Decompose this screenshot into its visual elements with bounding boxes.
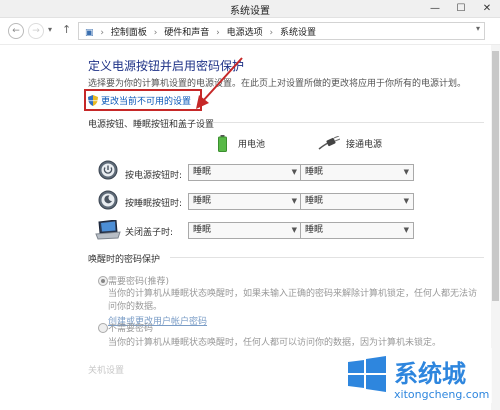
no-password-description: 当你的计算机从睡眠状态唤醒时，任何人都可以访问你的数据，因为计算机未锁定。 bbox=[108, 338, 442, 348]
chevron-down-icon: ▼ bbox=[291, 226, 297, 234]
chevron-down-icon: ▼ bbox=[403, 168, 409, 176]
breadcrumb-hardware-sound[interactable]: 硬件和声音 bbox=[164, 28, 209, 38]
watermark-url: xitongcheng.com bbox=[394, 388, 489, 401]
breadcrumb: ▣ › 控制面板 › 硬件和声音 › 电源选项 › 系统设置 bbox=[85, 28, 317, 38]
breadcrumb-power-options[interactable]: 电源选项 bbox=[227, 28, 263, 38]
power-button-icon bbox=[98, 160, 118, 180]
control-panel-icon: ▣ bbox=[85, 28, 94, 38]
close-lid-plugged-select[interactable]: 睡眠 ▼ bbox=[300, 222, 414, 239]
chevron-down-icon: ▼ bbox=[403, 197, 409, 205]
column-header-plugged-in: 接通电源 bbox=[346, 140, 383, 150]
section-shutdown-title: 关机设置 bbox=[88, 366, 125, 376]
vertical-scrollbar[interactable] bbox=[491, 45, 500, 410]
laptop-lid-icon bbox=[95, 220, 121, 240]
red-arrow-annotation bbox=[196, 57, 243, 109]
require-password-description: 当你的计算机从睡眠状态唤醒时，如果未输入正确的密码来解除计算机锁定，任何人都无法… bbox=[108, 289, 478, 312]
xitongcheng-watermark-logo: 系统城 xitongcheng.com bbox=[342, 348, 492, 403]
page-description: 选择要为你的计算机设置的电源设置。在此页上对设置所做的更改将应用于你所有的电源计… bbox=[88, 79, 467, 89]
close-button[interactable]: ✕ bbox=[474, 0, 500, 17]
up-arrow-icon[interactable]: ↑ bbox=[62, 23, 71, 36]
sleep-button-icon bbox=[98, 190, 118, 210]
section-power-buttons-title: 电源按钮、睡眠按钮和盖子设置 bbox=[88, 120, 215, 130]
sleep-button-battery-select[interactable]: 睡眠 ▼ bbox=[188, 193, 302, 210]
scrollbar-thumb[interactable] bbox=[492, 51, 499, 301]
maximize-button[interactable]: ☐ bbox=[448, 0, 474, 17]
address-dropdown-icon[interactable]: ▾ bbox=[476, 24, 480, 33]
battery-icon bbox=[218, 135, 227, 152]
column-header-battery: 用电池 bbox=[238, 140, 266, 150]
close-lid-battery-select[interactable]: 睡眠 ▼ bbox=[188, 222, 302, 239]
power-button-label: 按电源按钮时: bbox=[125, 171, 183, 181]
chevron-down-icon: ▼ bbox=[403, 226, 409, 234]
power-plug-icon bbox=[318, 136, 340, 150]
sleep-button-label: 按睡眠按钮时: bbox=[125, 199, 183, 209]
back-button[interactable]: ← bbox=[8, 23, 24, 39]
chevron-down-icon: ▼ bbox=[291, 168, 297, 176]
forward-button[interactable]: → bbox=[28, 23, 44, 39]
breadcrumb-system-settings[interactable]: 系统设置 bbox=[280, 28, 316, 38]
watermark-brand: 系统城 bbox=[394, 360, 466, 388]
address-bar[interactable]: ▣ › 控制面板 › 硬件和声音 › 电源选项 › 系统设置 ▾ bbox=[78, 22, 485, 40]
sleep-button-plugged-select[interactable]: 睡眠 ▼ bbox=[300, 193, 414, 210]
recent-dropdown-icon[interactable]: ▾ bbox=[48, 25, 52, 34]
divider bbox=[212, 122, 484, 123]
highlight-box bbox=[84, 89, 202, 111]
section-wake-password-title: 唤醒时的密码保护 bbox=[88, 255, 161, 265]
breadcrumb-control-panel[interactable]: 控制面板 bbox=[111, 28, 147, 38]
require-password-radio[interactable] bbox=[98, 276, 108, 286]
close-lid-label: 关闭盖子时: bbox=[125, 228, 174, 238]
divider bbox=[170, 257, 484, 258]
chevron-down-icon: ▼ bbox=[291, 197, 297, 205]
title-bar: 系统设置 — ☐ ✕ bbox=[0, 0, 500, 18]
navigation-bar: ← → ▾ ↑ ▣ › 控制面板 › 硬件和声音 › 电源选项 › 系统设置 ▾ bbox=[0, 18, 500, 45]
minimize-button[interactable]: — bbox=[422, 0, 448, 17]
no-password-radio[interactable] bbox=[98, 323, 108, 333]
no-password-label: 不需要密码 bbox=[108, 324, 154, 334]
require-password-label: 需要密码(推荐) bbox=[108, 277, 170, 287]
watermark: 系统城 xitongcheng.com bbox=[342, 348, 492, 406]
power-button-plugged-select[interactable]: 睡眠 ▼ bbox=[300, 164, 414, 181]
power-button-battery-select[interactable]: 睡眠 ▼ bbox=[188, 164, 302, 181]
